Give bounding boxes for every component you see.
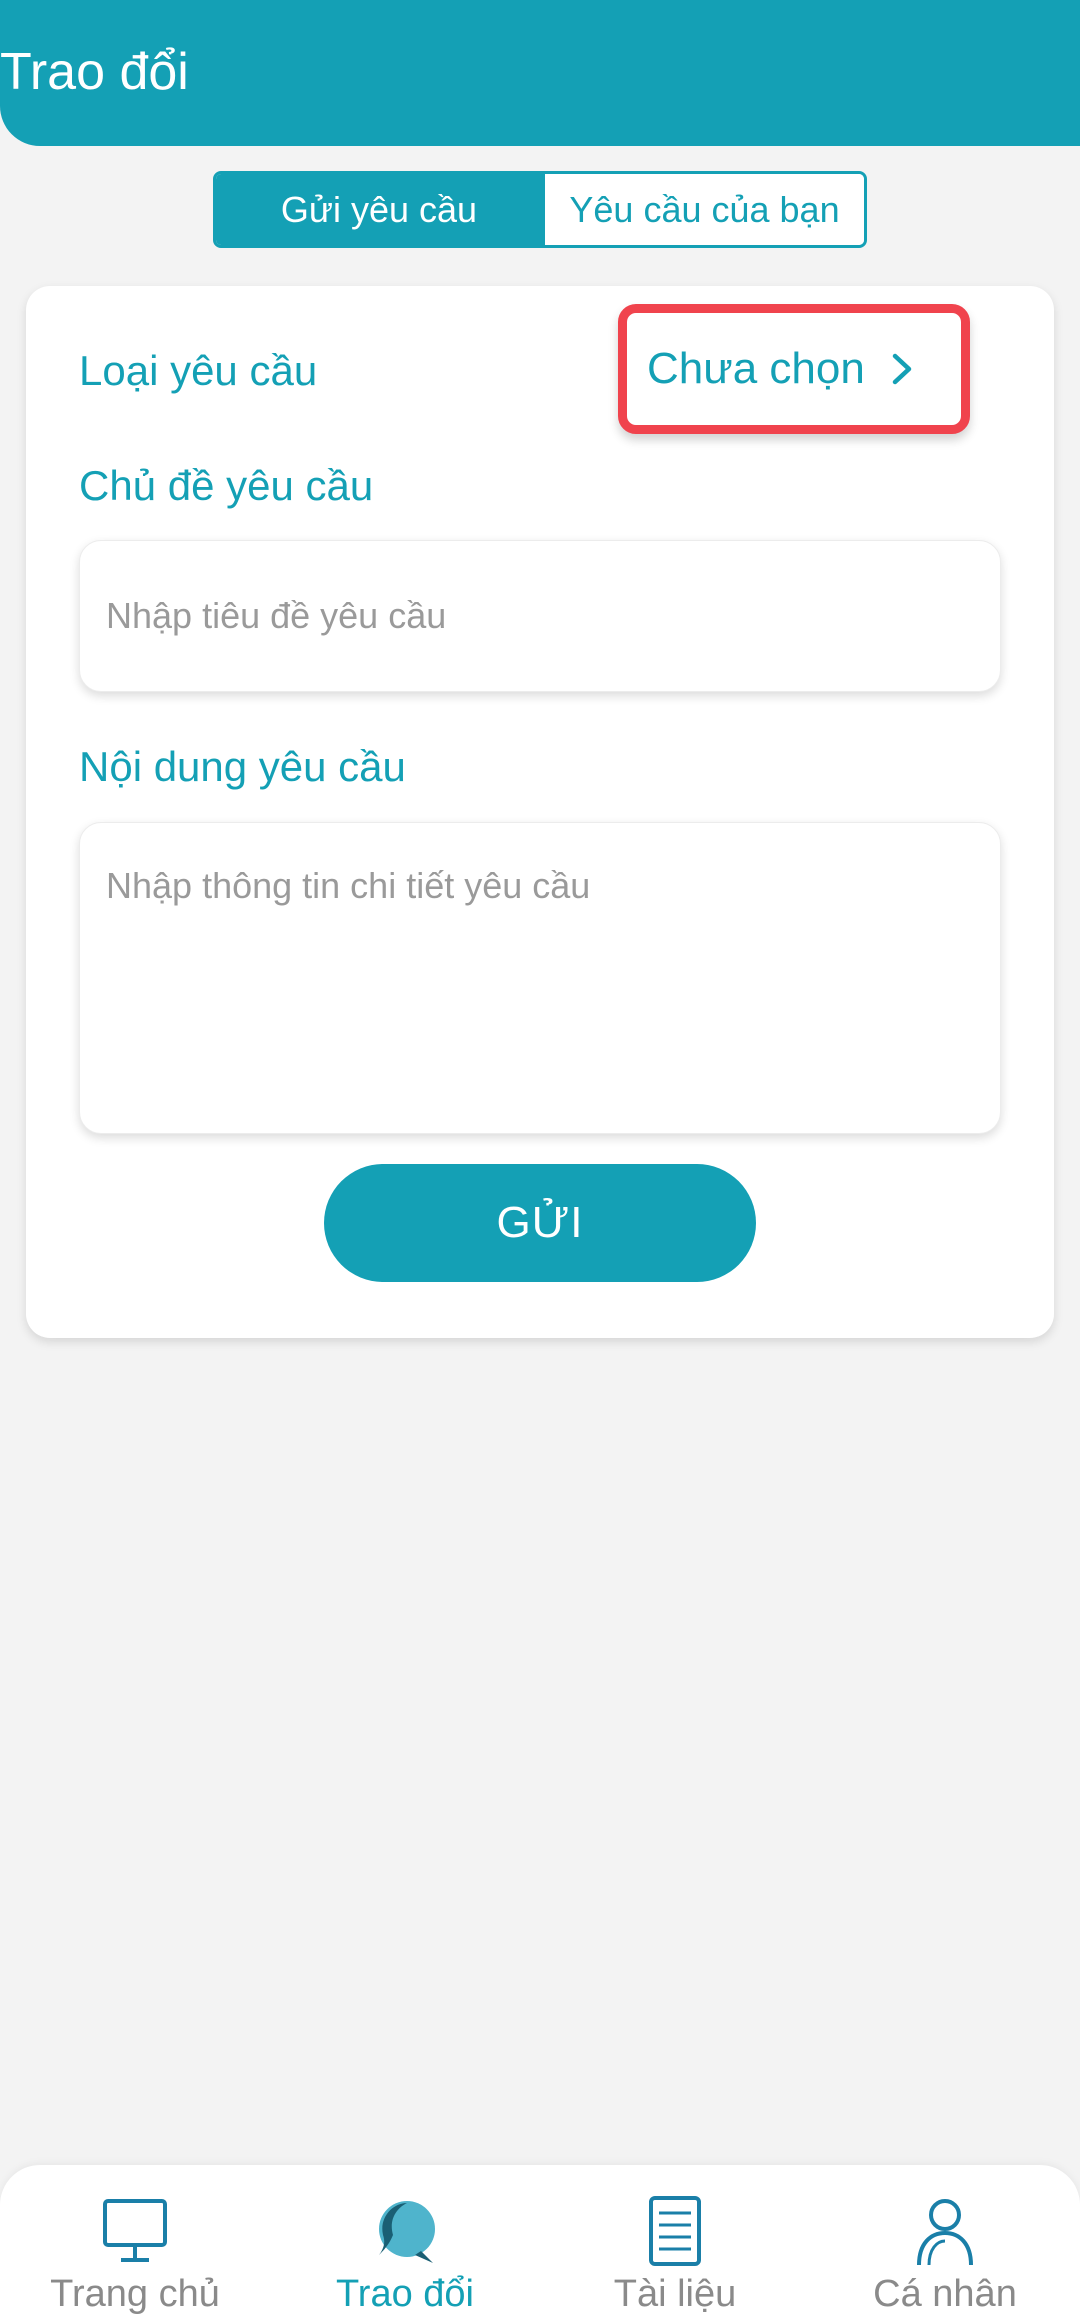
- tab-your-requests[interactable]: Yêu cầu của bạn: [542, 174, 864, 245]
- request-segment-control: Gửi yêu cầu Yêu cầu của bạn: [213, 171, 867, 248]
- request-type-label: Loại yêu cầu: [79, 347, 318, 394]
- content-input-box: [79, 822, 1001, 1134]
- nav-label-home: Trang chủ: [50, 2273, 220, 2315]
- request-type-value: Chưa chọn: [647, 344, 865, 393]
- nav-label-profile: Cá nhân: [873, 2273, 1017, 2315]
- nav-item-documents[interactable]: Tài liệu: [540, 2165, 810, 2324]
- bottom-nav: Trang chủ Trao đổi Tài liệu Cá nhân: [0, 2165, 1080, 2324]
- nav-label-documents: Tài liệu: [613, 2273, 737, 2315]
- person-icon: [917, 2199, 973, 2266]
- tab-send-request[interactable]: Gửi yêu cầu: [216, 174, 542, 245]
- chevron-right-icon: [892, 353, 912, 385]
- page: Trao đổi Gửi yêu cầu Yêu cầu của bạn Loạ…: [0, 0, 1080, 2324]
- monitor-icon: [103, 2199, 167, 2262]
- request-type-selector[interactable]: Chưa chọn: [639, 325, 949, 413]
- page-title: Trao đổi: [0, 43, 189, 101]
- chat-bubble-icon: [379, 2201, 435, 2263]
- header-bar: Trao đổi: [0, 0, 1080, 146]
- request-subject-label: Chủ đề yêu cầu: [79, 462, 374, 509]
- document-icon: [649, 2196, 701, 2266]
- subject-input[interactable]: [80, 541, 1000, 691]
- request-form-card: Loại yêu cầu Chưa chọn Chủ đề yêu cầu Nộ…: [26, 286, 1054, 1338]
- nav-item-exchange[interactable]: Trao đổi: [270, 2165, 540, 2324]
- content-textarea[interactable]: [80, 823, 1000, 1133]
- send-button[interactable]: GỬI: [324, 1164, 756, 1282]
- nav-item-home[interactable]: Trang chủ: [0, 2165, 270, 2324]
- nav-item-profile[interactable]: Cá nhân: [810, 2165, 1080, 2324]
- request-content-label: Nội dung yêu cầu: [79, 743, 406, 790]
- nav-label-exchange: Trao đổi: [336, 2273, 474, 2315]
- subject-input-box: [79, 540, 1001, 692]
- request-type-highlight: Chưa chọn: [618, 304, 970, 434]
